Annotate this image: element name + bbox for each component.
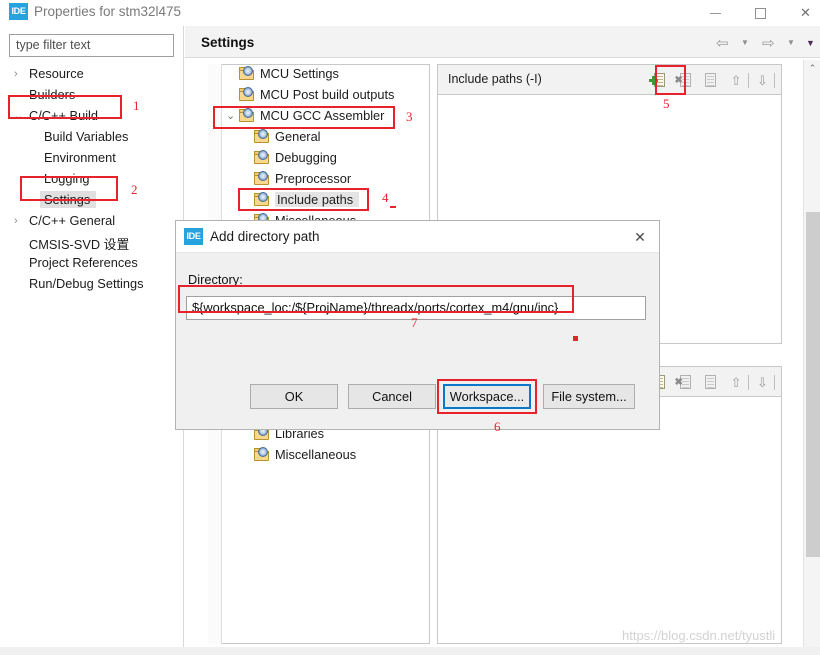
move-down-icon[interactable]: ⇩ bbox=[752, 372, 774, 393]
cancel-button[interactable]: Cancel bbox=[348, 384, 436, 409]
settings-tree-item-miscellaneous[interactable]: Miscellaneous bbox=[222, 445, 430, 466]
minimize-button[interactable] bbox=[693, 0, 738, 26]
close-button[interactable]: ✕ bbox=[783, 0, 820, 26]
dialog-titlebar: IDE Add directory path ✕ bbox=[176, 221, 659, 253]
edit-icon[interactable] bbox=[700, 70, 722, 91]
annotation-label-5: 5 bbox=[663, 96, 670, 111]
sidebar-item-label: Run/Debug Settings bbox=[29, 276, 144, 291]
folder-icon bbox=[254, 447, 270, 461]
annotation-label-7: 7 bbox=[411, 315, 418, 330]
annotation-label-3: 3 bbox=[406, 109, 413, 124]
maximize-button[interactable] bbox=[738, 0, 783, 26]
filter-input[interactable]: type filter text bbox=[9, 34, 174, 57]
folder-icon bbox=[254, 150, 270, 164]
move-down-icon[interactable]: ⇩ bbox=[752, 70, 774, 91]
settings-tree-label: Debugging bbox=[275, 150, 337, 165]
minimize-icon bbox=[710, 13, 721, 15]
annotation-box-5 bbox=[655, 65, 686, 95]
annotation-box-3 bbox=[213, 106, 395, 129]
sidebar-item-resource[interactable]: › Resource bbox=[0, 64, 184, 85]
annotation-box-1 bbox=[8, 95, 122, 119]
window-title: Properties for stm32l475 bbox=[34, 4, 182, 19]
sidebar-item-label: Resource bbox=[29, 66, 84, 81]
sidebar-item-run-debug-settings[interactable]: Run/Debug Settings bbox=[0, 274, 184, 295]
move-up-icon[interactable]: ⇧ bbox=[726, 372, 748, 393]
settings-tree-label: MCU Post build outputs bbox=[260, 87, 395, 102]
toolbar-separator bbox=[774, 375, 775, 390]
settings-tree-item-preprocessor[interactable]: Preprocessor bbox=[222, 169, 430, 190]
folder-icon bbox=[239, 66, 255, 80]
window-bottom-strip bbox=[0, 647, 820, 655]
settings-tree-label: MCU Settings bbox=[260, 66, 339, 81]
settings-tree-label: General bbox=[275, 129, 321, 144]
edit-icon[interactable] bbox=[700, 372, 722, 393]
chevron-right-icon[interactable]: › bbox=[14, 215, 24, 227]
app-window: IDE Properties for stm32l475 ✕ type filt… bbox=[0, 0, 820, 655]
annotation-dot-7 bbox=[573, 336, 578, 341]
sidebar-item-environment[interactable]: Environment bbox=[0, 148, 184, 169]
folder-icon bbox=[254, 129, 270, 143]
page-title: Settings bbox=[201, 35, 255, 50]
window-titlebar: IDE Properties for stm32l475 ✕ bbox=[0, 0, 820, 26]
settings-tree-lower: Libraries Miscellaneous bbox=[222, 424, 430, 466]
annotation-box-6 bbox=[437, 379, 537, 414]
annotation-box-2 bbox=[20, 176, 118, 201]
sidebar-item-label: CMSIS-SVD 设置 bbox=[29, 237, 130, 252]
annotation-dot-4 bbox=[390, 206, 396, 208]
forward-arrow-icon[interactable]: ⇨ bbox=[762, 34, 775, 52]
annotation-box-4 bbox=[238, 188, 369, 211]
sidebar-item-build-variables[interactable]: Build Variables bbox=[0, 127, 184, 148]
sidebar-item-c-c-general[interactable]: › C/C++ General bbox=[0, 211, 184, 232]
ide-logo-icon: IDE bbox=[9, 3, 28, 20]
settings-tree-label: Miscellaneous bbox=[275, 447, 357, 462]
sidebar-item-label: Build Variables bbox=[44, 129, 129, 144]
dialog-close-button[interactable]: ✕ bbox=[629, 227, 651, 247]
folder-icon bbox=[239, 87, 255, 101]
toolbar-separator bbox=[774, 73, 775, 88]
file-system-button[interactable]: File system... bbox=[543, 384, 635, 409]
include-paths-title: Include paths (-I) bbox=[448, 72, 542, 86]
back-dropdown-icon[interactable]: ▼ bbox=[741, 38, 749, 47]
settings-tree-item-debugging[interactable]: Debugging bbox=[222, 148, 430, 169]
ide-logo-icon: IDE bbox=[184, 228, 203, 245]
delete-icon[interactable]: ✖ bbox=[675, 372, 697, 393]
scroll-up-icon[interactable]: ⌃ bbox=[804, 60, 820, 77]
settings-tree-label: Preprocessor bbox=[275, 171, 352, 186]
toolbar-separator bbox=[747, 375, 749, 390]
annotation-label-1: 1 bbox=[133, 98, 140, 113]
dialog-title: Add directory path bbox=[210, 229, 320, 244]
forward-dropdown-icon[interactable]: ▼ bbox=[787, 38, 795, 47]
include-paths-header: Include paths (-I) ✖ ⇧ ⇩ bbox=[438, 65, 781, 95]
settings-tree-item-general[interactable]: General bbox=[222, 127, 430, 148]
sidebar-item-cmsis-svd[interactable]: CMSIS-SVD 设置 bbox=[0, 232, 184, 253]
ok-button[interactable]: OK bbox=[250, 384, 338, 409]
sidebar-item-label: C/C++ General bbox=[29, 213, 116, 228]
annotation-label-6: 6 bbox=[494, 419, 501, 434]
settings-tree-item-mcu-post-build-outputs[interactable]: MCU Post build outputs bbox=[222, 85, 430, 106]
properties-sidebar: type filter text › Resource Builders ⌄ C/C++… bbox=[0, 26, 184, 655]
maximize-icon bbox=[755, 8, 766, 20]
annotation-box-7 bbox=[178, 285, 574, 313]
sidebar-item-label: Project References bbox=[29, 255, 138, 270]
sidebar-item-label: Environment bbox=[44, 150, 116, 165]
secondary-panel-toolbar: ✖ ⇧ ⇩ bbox=[649, 372, 775, 393]
scrollbar-thumb[interactable] bbox=[806, 212, 820, 557]
view-menu-icon[interactable]: ▼ bbox=[806, 38, 815, 48]
move-up-icon[interactable]: ⇧ bbox=[726, 70, 748, 91]
toolbar-separator bbox=[747, 73, 749, 88]
vertical-scrollbar[interactable]: ⌃ ⌄ bbox=[803, 60, 820, 655]
chevron-right-icon[interactable]: › bbox=[14, 68, 24, 80]
annotation-label-2: 2 bbox=[131, 182, 138, 197]
annotation-label-4: 4 bbox=[382, 190, 389, 205]
back-arrow-icon[interactable]: ⇦ bbox=[716, 34, 729, 52]
watermark: https://blog.csdn.net/tyustli bbox=[622, 628, 776, 643]
folder-icon bbox=[254, 171, 270, 185]
sidebar-item-project-references[interactable]: Project References bbox=[0, 253, 184, 274]
settings-tree-item-mcu-settings[interactable]: MCU Settings bbox=[222, 64, 430, 85]
